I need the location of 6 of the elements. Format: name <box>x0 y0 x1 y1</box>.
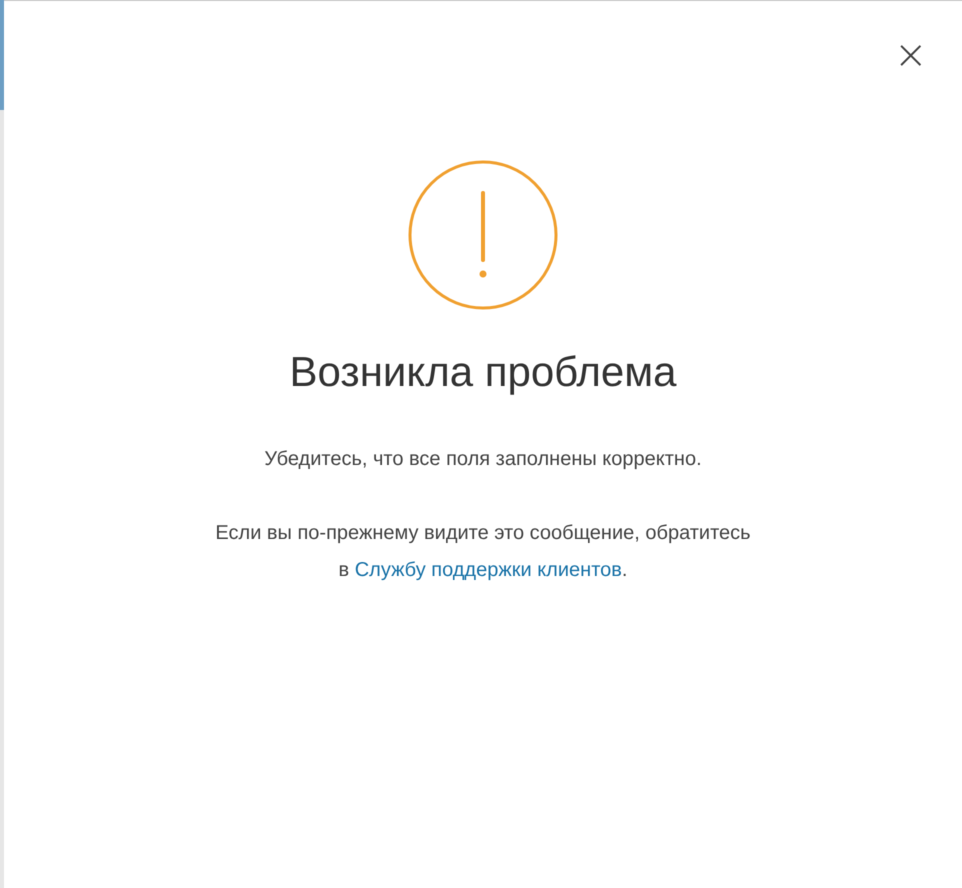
support-link[interactable]: Службу поддержки клиентов <box>354 559 622 581</box>
message-text: Убедитесь, что все поля заполнены корректно. <box>264 448 702 471</box>
warning-icon <box>408 160 558 310</box>
dialog-title: Возникла проблема <box>290 348 676 396</box>
help-text: Если вы по-прежнему видите это сообщение, обратитесь в Службу поддержки клиентов. <box>214 521 752 583</box>
close-button[interactable]: × <box>894 37 926 73</box>
